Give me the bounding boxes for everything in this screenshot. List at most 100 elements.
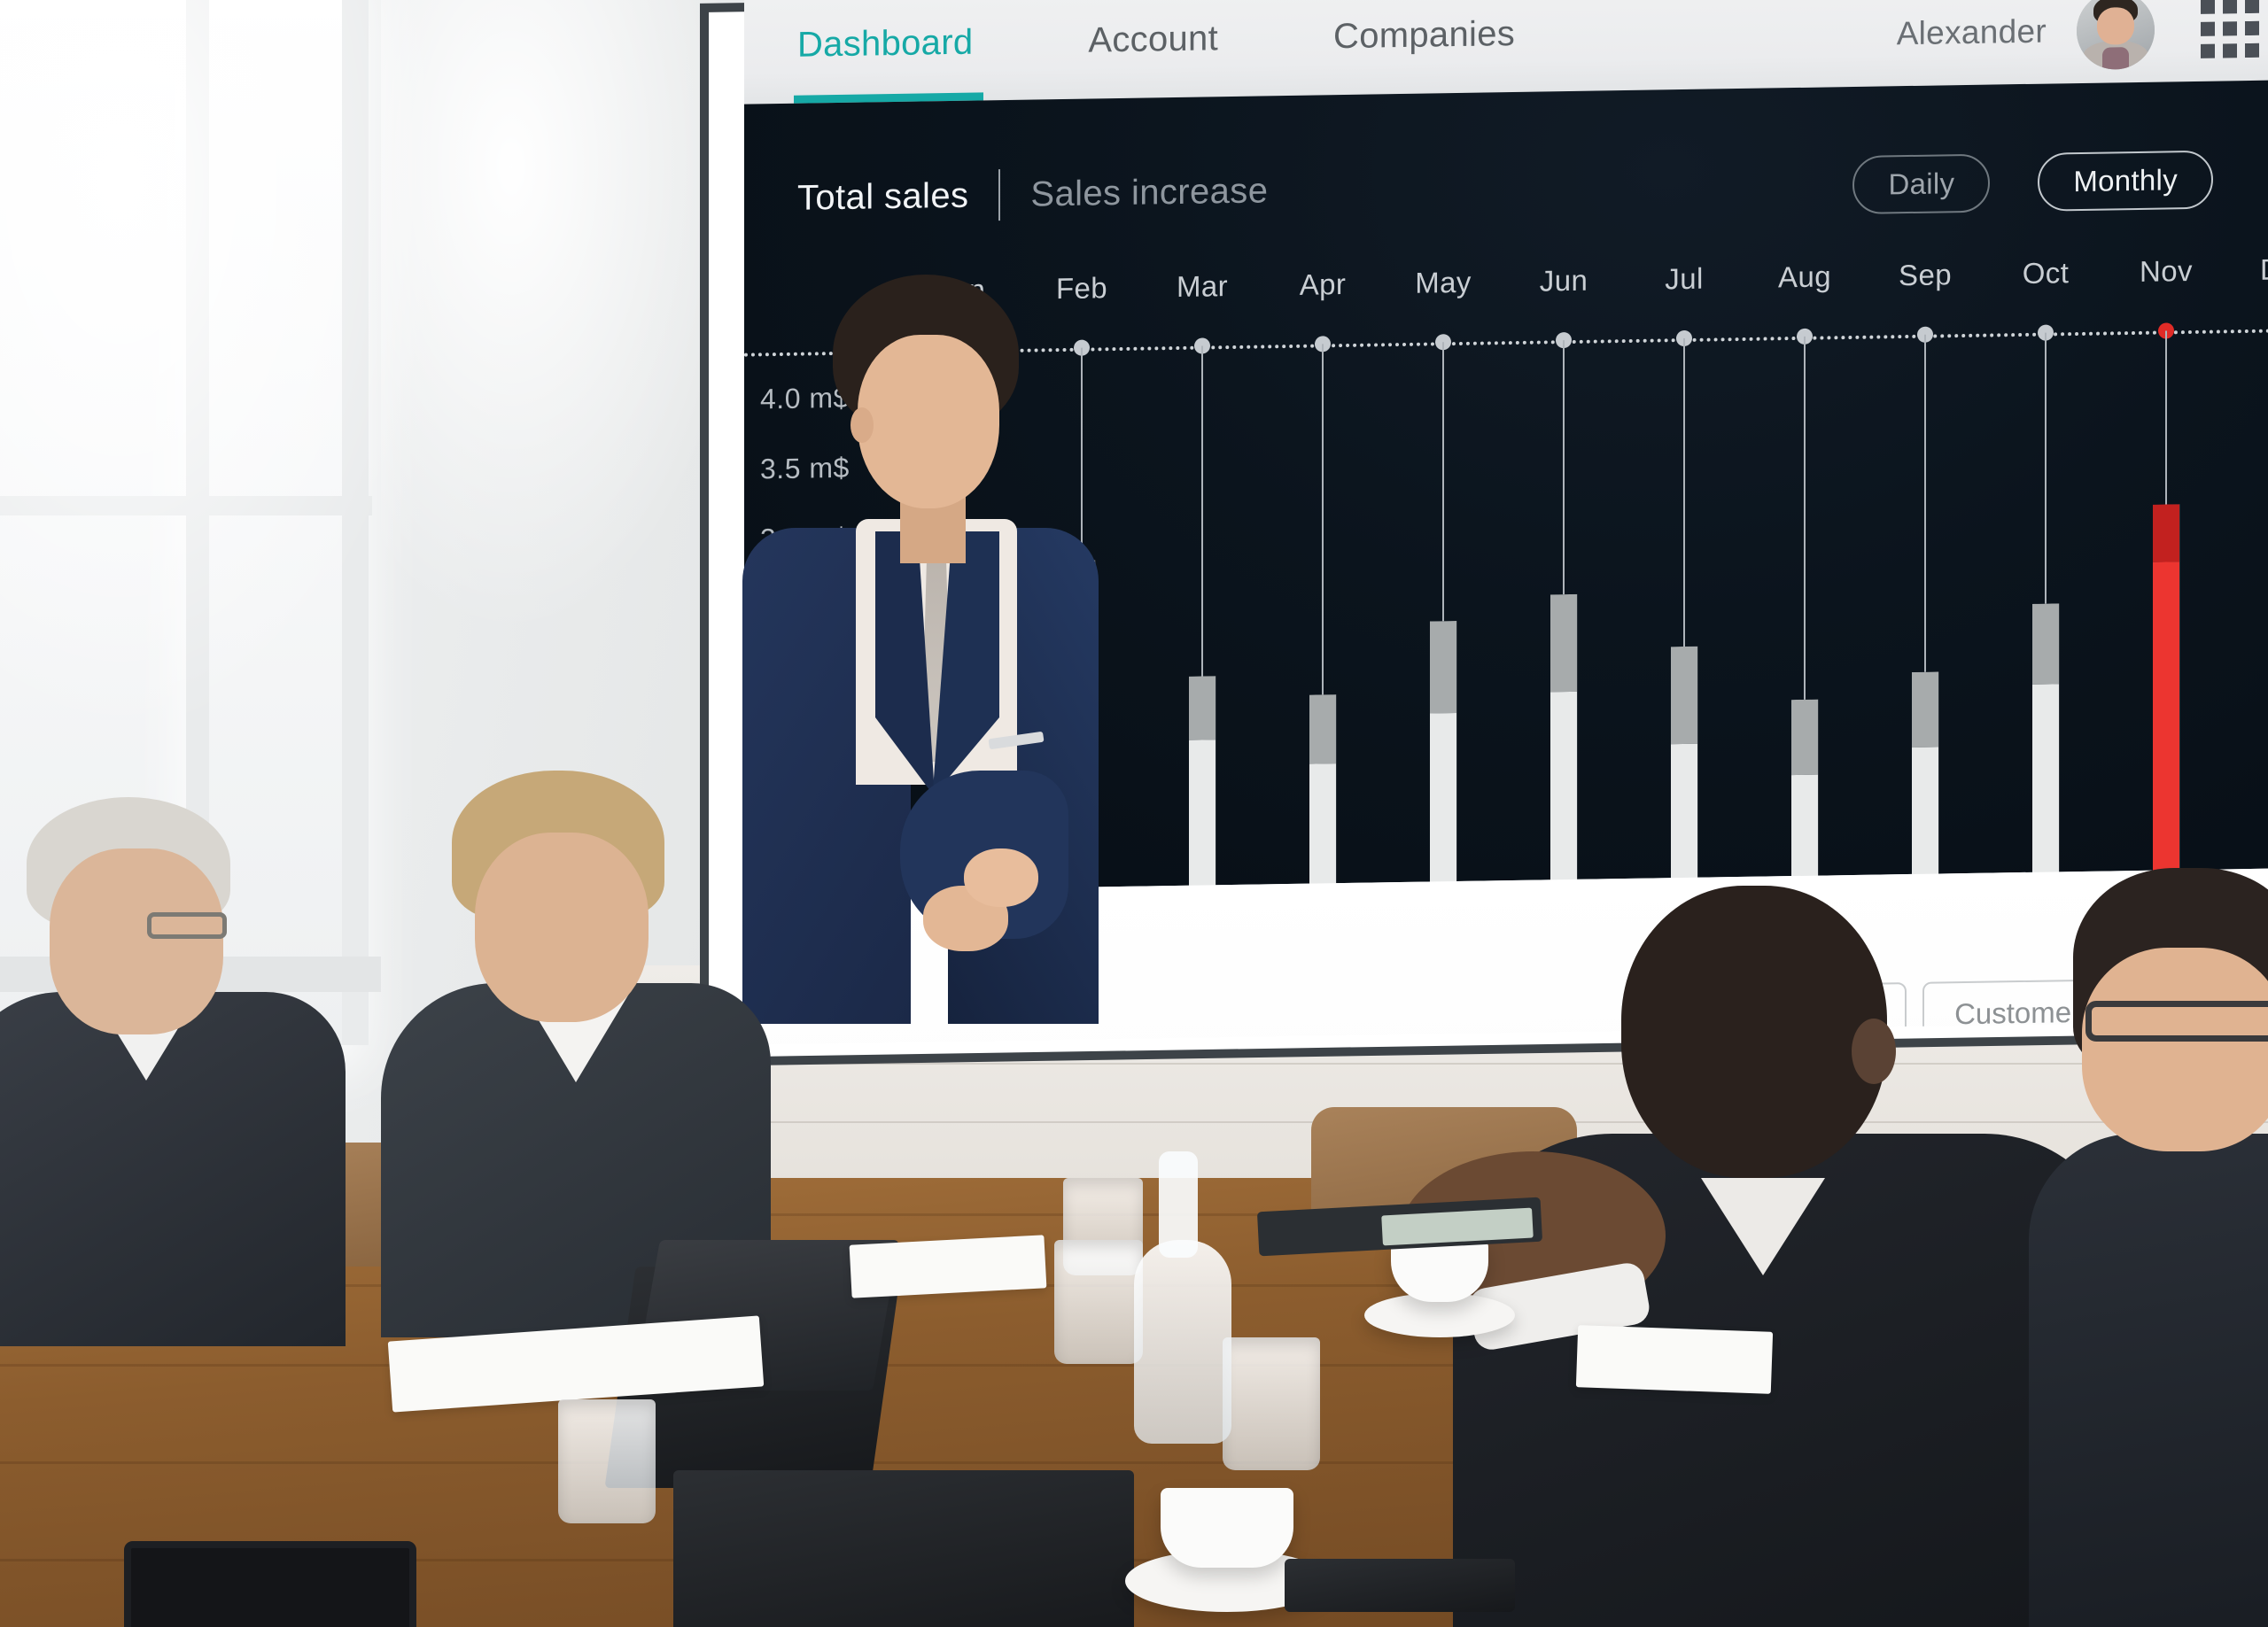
paper-center xyxy=(849,1235,1047,1298)
water-glass-3 xyxy=(1223,1337,1320,1470)
x-axis-tick-nov[interactable]: Nov xyxy=(2140,254,2193,289)
bar-group-feb[interactable] xyxy=(1064,347,1099,943)
bar-upper-segment xyxy=(948,610,975,686)
bar-upper-segment xyxy=(1430,621,1456,714)
chart-header: Total sales Sales increase xyxy=(797,165,1268,223)
bar-lower-segment xyxy=(948,685,975,910)
bar-mar[interactable] xyxy=(1189,676,1216,913)
bar-stem-apr xyxy=(1322,344,1324,695)
tablet-device xyxy=(124,1541,416,1627)
bar-oct[interactable] xyxy=(2032,603,2059,910)
window-frame-2 xyxy=(342,0,369,1045)
sales-chart-panel: Total sales Sales increase Daily Monthly… xyxy=(744,80,2268,917)
bar-group-may[interactable] xyxy=(1425,342,1461,938)
bar-group-oct[interactable] xyxy=(2028,332,2063,928)
x-axis-tick-jun[interactable]: Jun xyxy=(1540,264,1588,298)
bar-group-apr[interactable] xyxy=(1305,344,1340,940)
bar-stem-jan xyxy=(960,349,962,611)
bar-jul[interactable] xyxy=(1671,646,1697,912)
x-axis-tick-apr[interactable]: Apr xyxy=(1300,267,1347,302)
bar-apr[interactable] xyxy=(1309,694,1336,915)
bar-group-nov[interactable] xyxy=(2148,330,2184,926)
grid-apps-icon[interactable] xyxy=(2201,0,2259,58)
water-glass-4 xyxy=(558,1399,656,1523)
x-axis-tick-dec[interactable]: Dec xyxy=(2260,252,2268,287)
bar-feb[interactable] xyxy=(1068,560,1095,912)
bar-group-jul[interactable] xyxy=(1666,337,1702,934)
range-daily-button[interactable]: Daily xyxy=(1852,153,1991,215)
x-axis-tick-feb[interactable]: Feb xyxy=(1056,271,1107,306)
x-axis-tick-sep[interactable]: Sep xyxy=(1899,258,1952,292)
bar-jun[interactable] xyxy=(1550,593,1577,917)
bar-upper-segment xyxy=(1912,671,1938,748)
bar-stem-jul xyxy=(1683,337,1685,647)
x-axis-month-labels: Jan Feb Mar Apr May Jun Jul Aug Sep Oct Nov Dec xyxy=(744,252,2268,326)
bar-group-jan[interactable] xyxy=(944,349,979,946)
bar-stem-jun xyxy=(1563,340,1565,594)
water-glass-2 xyxy=(1054,1240,1143,1364)
bar-group-sep[interactable] xyxy=(1907,334,1943,930)
tab-companies[interactable]: Companies xyxy=(1333,0,1515,95)
meeting-room-photo: Dashboard Account Companies Alexander To… xyxy=(0,0,2268,1627)
y-axis-tick-label: 3.5 m$ xyxy=(760,451,850,485)
bar-upper-segment xyxy=(2153,504,2179,562)
window-sill xyxy=(0,957,381,992)
bar-group-mar[interactable] xyxy=(1184,345,1220,941)
metric-sales-increase[interactable]: Sales increase xyxy=(1030,171,1268,214)
bar-group-jun[interactable] xyxy=(1546,340,1581,936)
y-axis-tick-label: 4.0 m$ xyxy=(760,381,850,415)
x-axis-tick-aug[interactable]: Aug xyxy=(1778,260,1831,294)
x-axis-tick-jan[interactable]: Jan xyxy=(937,273,985,307)
water-bottle xyxy=(1134,1240,1231,1444)
bar-upper-segment xyxy=(1791,699,1818,775)
range-toggle-group: Daily Monthly xyxy=(1852,150,2213,215)
chair-left xyxy=(248,1143,425,1267)
avatar[interactable] xyxy=(2077,0,2155,71)
bar-group-aug[interactable] xyxy=(1787,336,1822,933)
bar-upper-segment xyxy=(1550,593,1577,693)
user-name-label[interactable]: Alexander xyxy=(1897,13,2047,53)
bar-upper-segment xyxy=(1309,694,1336,765)
bar-stem-aug xyxy=(1804,336,1806,700)
bar-may[interactable] xyxy=(1430,621,1456,916)
tab-dashboard[interactable]: Dashboard xyxy=(797,0,973,104)
bar-stem-oct xyxy=(2045,332,2047,604)
coffee-cup-2 xyxy=(1161,1488,1293,1568)
window-pane-left xyxy=(0,0,186,1045)
laptop-front xyxy=(673,1470,1134,1627)
water-bottle-neck xyxy=(1159,1151,1198,1258)
chart-plot-area: Jan Feb Mar Apr May Jun Jul Aug Sep Oct Nov Dec 4.0… xyxy=(744,252,2268,917)
x-axis-tick-oct[interactable]: Oct xyxy=(2023,256,2070,291)
metric-total-sales[interactable]: Total sales xyxy=(797,175,968,218)
bar-upper-segment xyxy=(1671,646,1697,745)
phone-device xyxy=(1285,1559,1515,1612)
bar-stem-may xyxy=(1442,342,1444,622)
bar-upper-segment xyxy=(1189,676,1216,740)
window-pane-mid xyxy=(209,0,342,1045)
nav-tab-list: Dashboard Account Companies xyxy=(797,0,1630,104)
board-panel: Sh Customer preview xyxy=(744,868,2268,1045)
y-axis-tick-label: 3.0 m$ xyxy=(760,521,850,555)
bar-stem-feb xyxy=(1081,347,1083,561)
paper-right xyxy=(1575,1325,1774,1394)
x-axis-tick-may[interactable]: May xyxy=(1415,266,1472,300)
bar-lower-segment xyxy=(2153,562,2179,914)
y-axis-labels: 4.0 m$ 3.5 m$ 3.0 m$ xyxy=(760,382,850,593)
x-axis-tick-jul[interactable]: Jul xyxy=(1665,262,1703,297)
metric-divider xyxy=(998,169,1001,221)
window-frame-1 xyxy=(186,0,209,1045)
bar-stem-nov xyxy=(2165,330,2167,505)
bar-upper-segment xyxy=(2032,603,2059,685)
bar-stem-mar xyxy=(1201,345,1203,677)
bar-stem-sep xyxy=(1924,334,1926,672)
bar-lower-segment xyxy=(1068,669,1095,912)
range-monthly-button[interactable]: Monthly xyxy=(2038,150,2213,212)
x-axis-tick-mar[interactable]: Mar xyxy=(1177,269,1228,304)
tab-account[interactable]: Account xyxy=(1088,0,1218,99)
dashboard-app: Dashboard Account Companies Alexander To… xyxy=(744,0,2268,1045)
bar-nov[interactable] xyxy=(2153,504,2179,914)
window-mullion xyxy=(0,496,372,515)
nav-right-cluster: Alexander xyxy=(1897,0,2263,86)
bar-jan[interactable] xyxy=(948,610,975,910)
bar-upper-segment xyxy=(1068,560,1095,670)
